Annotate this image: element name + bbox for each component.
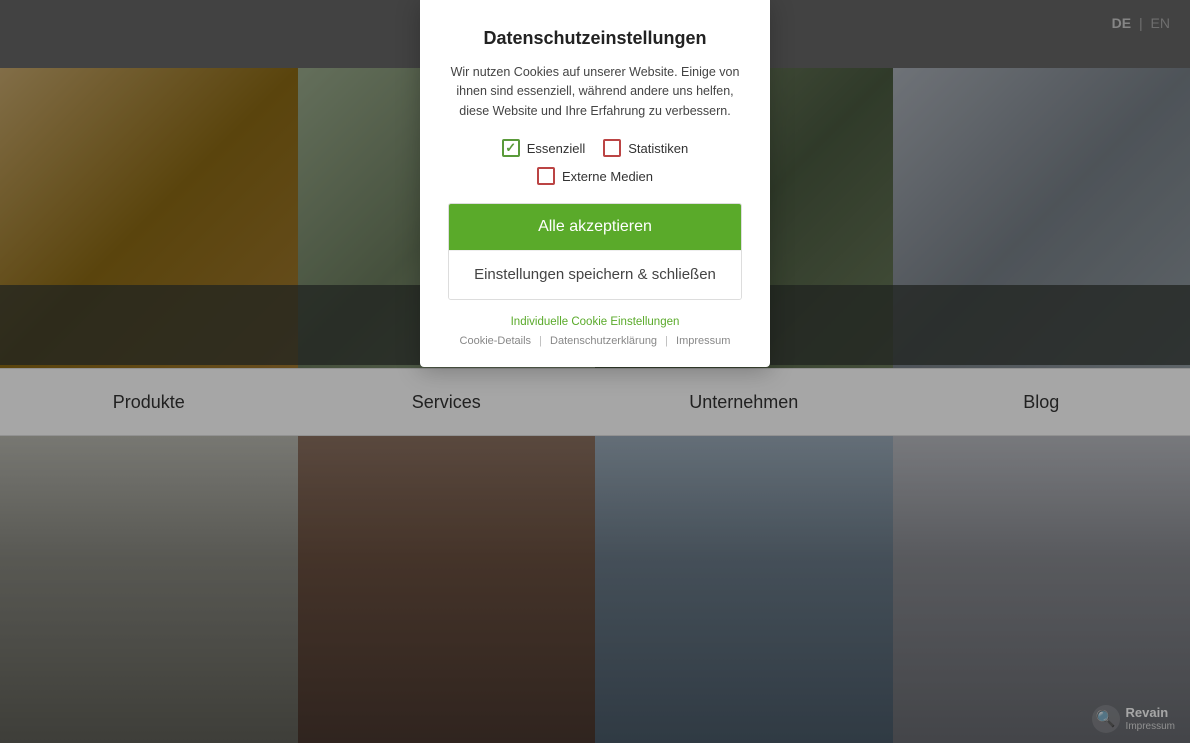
pipe-1: | <box>539 335 542 347</box>
modal-individual-link: Individuelle Cookie Einstellungen <box>448 312 742 330</box>
checkbox-externe-medien-label: Externe Medien <box>562 169 653 184</box>
checkbox-statistiken[interactable]: Statistiken <box>603 139 688 157</box>
checkbox-externe-medien-box[interactable] <box>537 167 555 185</box>
checkbox-essenziell[interactable]: Essenziell <box>502 139 586 157</box>
save-settings-button[interactable]: Einstellungen speichern & schließen <box>449 250 741 299</box>
accept-all-button[interactable]: Alle akzeptieren <box>449 204 741 250</box>
modal-footer-bottom: Cookie-Details | Datenschutzerklärung | … <box>448 335 742 347</box>
footer-datenschutz[interactable]: Datenschutzerklärung <box>550 335 657 347</box>
checkbox-essenziell-box[interactable] <box>502 139 520 157</box>
checkbox-row-2: Externe Medien <box>537 167 653 185</box>
modal-title: Datenschutzeinstellungen <box>448 28 742 49</box>
checkbox-essenziell-label: Essenziell <box>527 141 586 156</box>
checkbox-statistiken-box[interactable] <box>603 139 621 157</box>
modal-checkboxes: Essenziell Statistiken Externe Medien <box>448 139 742 185</box>
footer-impressum[interactable]: Impressum <box>676 335 730 347</box>
checkbox-externe-medien[interactable]: Externe Medien <box>537 167 653 185</box>
modal-description: Wir nutzen Cookies auf unserer Website. … <box>448 63 742 121</box>
checkbox-statistiken-label: Statistiken <box>628 141 688 156</box>
individual-cookie-link[interactable]: Individuelle Cookie Einstellungen <box>511 316 680 328</box>
footer-cookie-details[interactable]: Cookie-Details <box>460 335 532 347</box>
checkbox-row-1: Essenziell Statistiken <box>502 139 689 157</box>
pipe-2: | <box>665 335 668 347</box>
cookie-modal: Datenschutzeinstellungen Wir nutzen Cook… <box>420 0 770 367</box>
modal-button-group: Alle akzeptieren Einstellungen speichern… <box>448 203 742 300</box>
